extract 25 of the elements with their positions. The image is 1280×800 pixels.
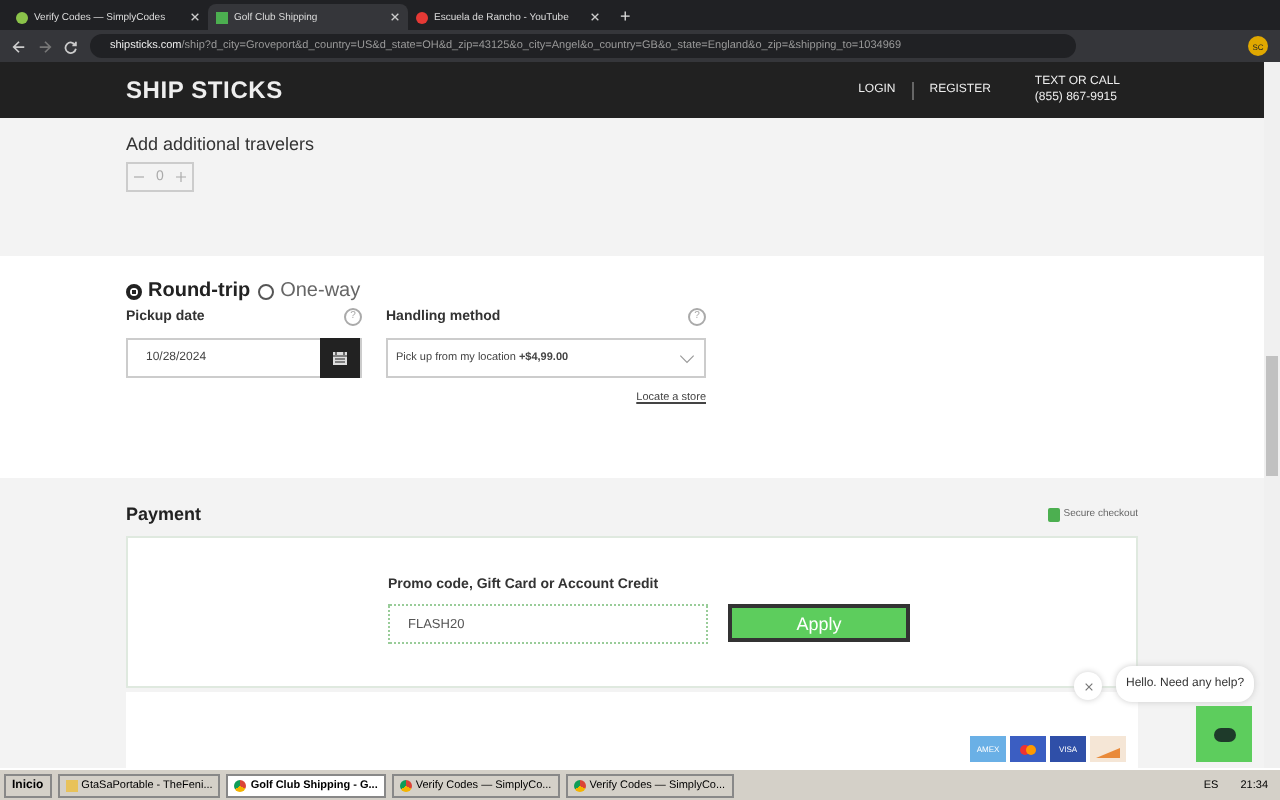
trip-type-radio[interactable]: Round-trip [126, 280, 251, 302]
forward-icon[interactable] [38, 39, 52, 53]
travelers-label: Add additional travelers [126, 134, 317, 154]
back-icon[interactable] [12, 39, 26, 53]
payment-title: Payment [126, 504, 202, 524]
reload-icon[interactable] [64, 39, 78, 53]
chat-bubble-icon [1213, 727, 1235, 741]
trip-type-radio[interactable]: One-way [258, 280, 361, 302]
chevron-icon [678, 353, 696, 363]
close-icon[interactable] [390, 12, 400, 22]
browser-icon [573, 779, 586, 791]
close-icon[interactable] [590, 12, 600, 22]
calendar-icon[interactable] [332, 350, 348, 366]
close-icon [1083, 681, 1093, 691]
new-tab-button[interactable]: + [620, 4, 631, 30]
logo[interactable]: SHIP STICKS [126, 76, 283, 104]
chat-button[interactable] [1196, 706, 1252, 762]
scrollbar[interactable] [1264, 62, 1280, 768]
folder-icon [65, 779, 78, 791]
close-icon[interactable] [190, 12, 200, 22]
payment-card-icon [1010, 736, 1046, 762]
browser-icon [234, 779, 247, 791]
lock-icon [1047, 507, 1060, 521]
browser-icon [399, 779, 412, 791]
payment-card-icon [1090, 736, 1126, 762]
